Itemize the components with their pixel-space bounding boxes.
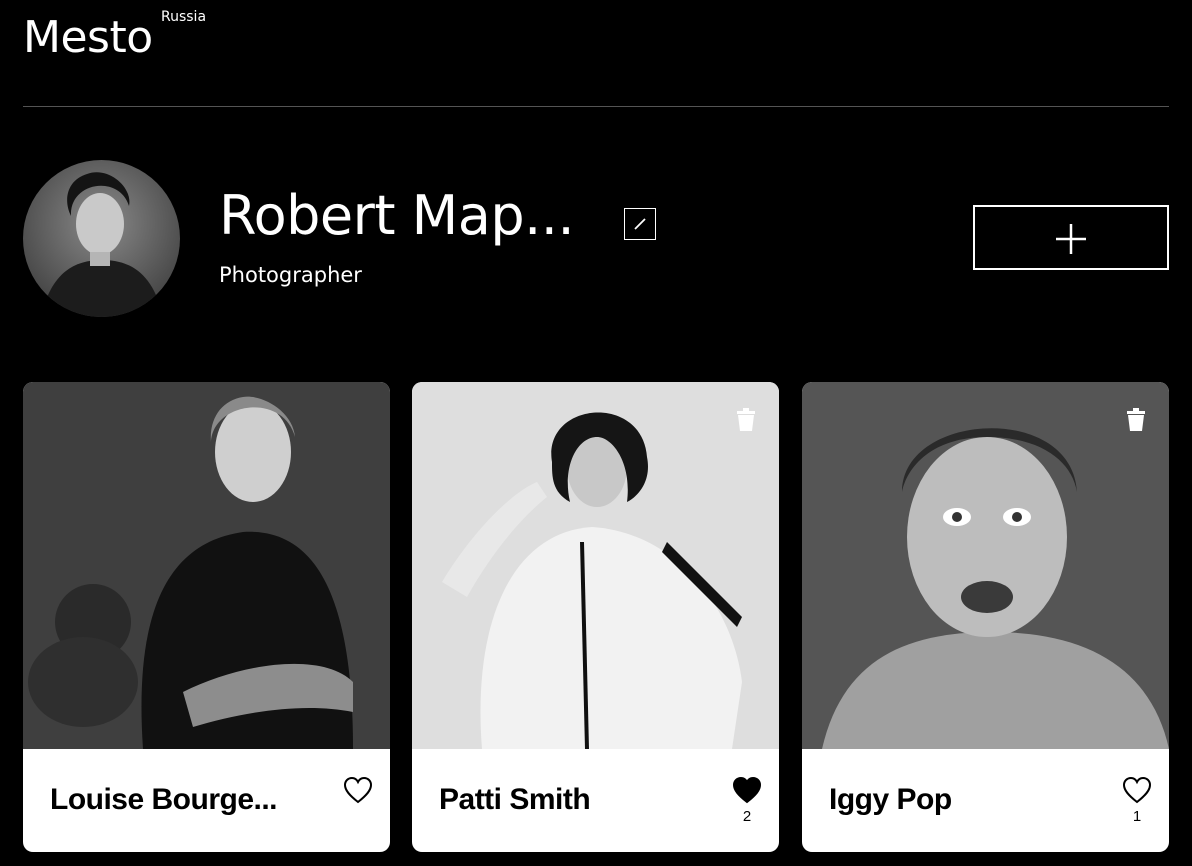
like-container: 1 (1120, 776, 1154, 836)
profile-about: Photographer (219, 263, 362, 287)
heart-icon (1122, 776, 1152, 804)
card: Patti Smith 2 (412, 382, 779, 852)
delete-card-button[interactable] (1123, 406, 1149, 432)
trash-icon (1127, 408, 1145, 431)
like-count: 1 (1132, 808, 1142, 825)
profile-name: Robert Map... (219, 184, 575, 247)
heart-icon (343, 776, 373, 804)
avatar-photo (23, 160, 180, 317)
card: Iggy Pop 1 (802, 382, 1169, 852)
card-title: Patti Smith (439, 783, 591, 816)
add-card-button[interactable] (973, 205, 1169, 270)
card-title: Louise Bourge... (50, 783, 278, 816)
plus-icon (1056, 224, 1086, 254)
logo-superscript: Russia (161, 9, 207, 25)
page-header: Mesto Russia (23, 0, 1169, 107)
card-title: Iggy Pop (829, 783, 952, 816)
heart-icon (732, 776, 762, 804)
delete-card-button[interactable] (733, 406, 759, 432)
edit-profile-button[interactable] (624, 208, 656, 240)
like-count: 2 (742, 808, 752, 825)
trash-icon (737, 408, 755, 431)
like-container: 2 (730, 776, 764, 836)
logo: Mesto (23, 12, 153, 63)
like-button[interactable] (343, 776, 373, 804)
card-photo[interactable] (802, 382, 1169, 749)
card: Louise Bourge... (23, 382, 390, 852)
like-button[interactable] (1122, 776, 1152, 804)
like-button[interactable] (732, 776, 762, 804)
card-photo[interactable] (412, 382, 779, 749)
pencil-icon (634, 218, 646, 230)
card-photo[interactable] (23, 382, 390, 749)
avatar[interactable] (23, 160, 180, 317)
like-container (341, 776, 375, 836)
profile-section: Robert Map... Photographer (23, 160, 1169, 320)
cards-grid: Louise Bourge... Patti Smith 2 Iggy Pop … (23, 382, 1169, 852)
